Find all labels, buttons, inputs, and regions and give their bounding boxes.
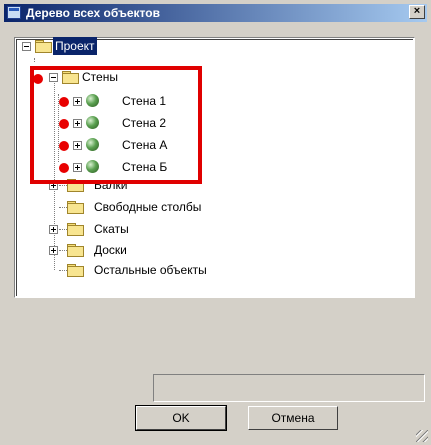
tree-node-label: Скаты [94, 222, 129, 236]
collapse-toggle[interactable] [22, 42, 31, 51]
folder-icon [67, 201, 84, 214]
tree-node-label: Свободные столбы [94, 200, 202, 214]
window-icon [7, 6, 21, 19]
tree-node-label: Проект [53, 37, 97, 55]
expand-toggle[interactable] [49, 246, 58, 255]
folder-open-icon [35, 40, 52, 53]
title-bar[interactable]: Дерево всех объектов × [4, 4, 427, 22]
folder-icon [67, 264, 84, 277]
expand-toggle[interactable] [49, 225, 58, 234]
folder-icon [67, 244, 84, 257]
tree-node-label: Доски [94, 243, 127, 257]
cancel-button[interactable]: Отмена [248, 406, 338, 430]
folder-icon [67, 223, 84, 236]
ok-button[interactable]: OK [135, 405, 227, 431]
status-field [153, 374, 425, 402]
red-highlight-box [30, 66, 202, 184]
window-title: Дерево всех объектов [26, 6, 160, 20]
dialog-window: Дерево всех объектов × Проект Стены Стен… [0, 0, 431, 445]
close-button[interactable]: × [409, 5, 425, 19]
resize-grip[interactable] [416, 430, 428, 442]
tree-node-label: Остальные объекты [94, 263, 207, 277]
